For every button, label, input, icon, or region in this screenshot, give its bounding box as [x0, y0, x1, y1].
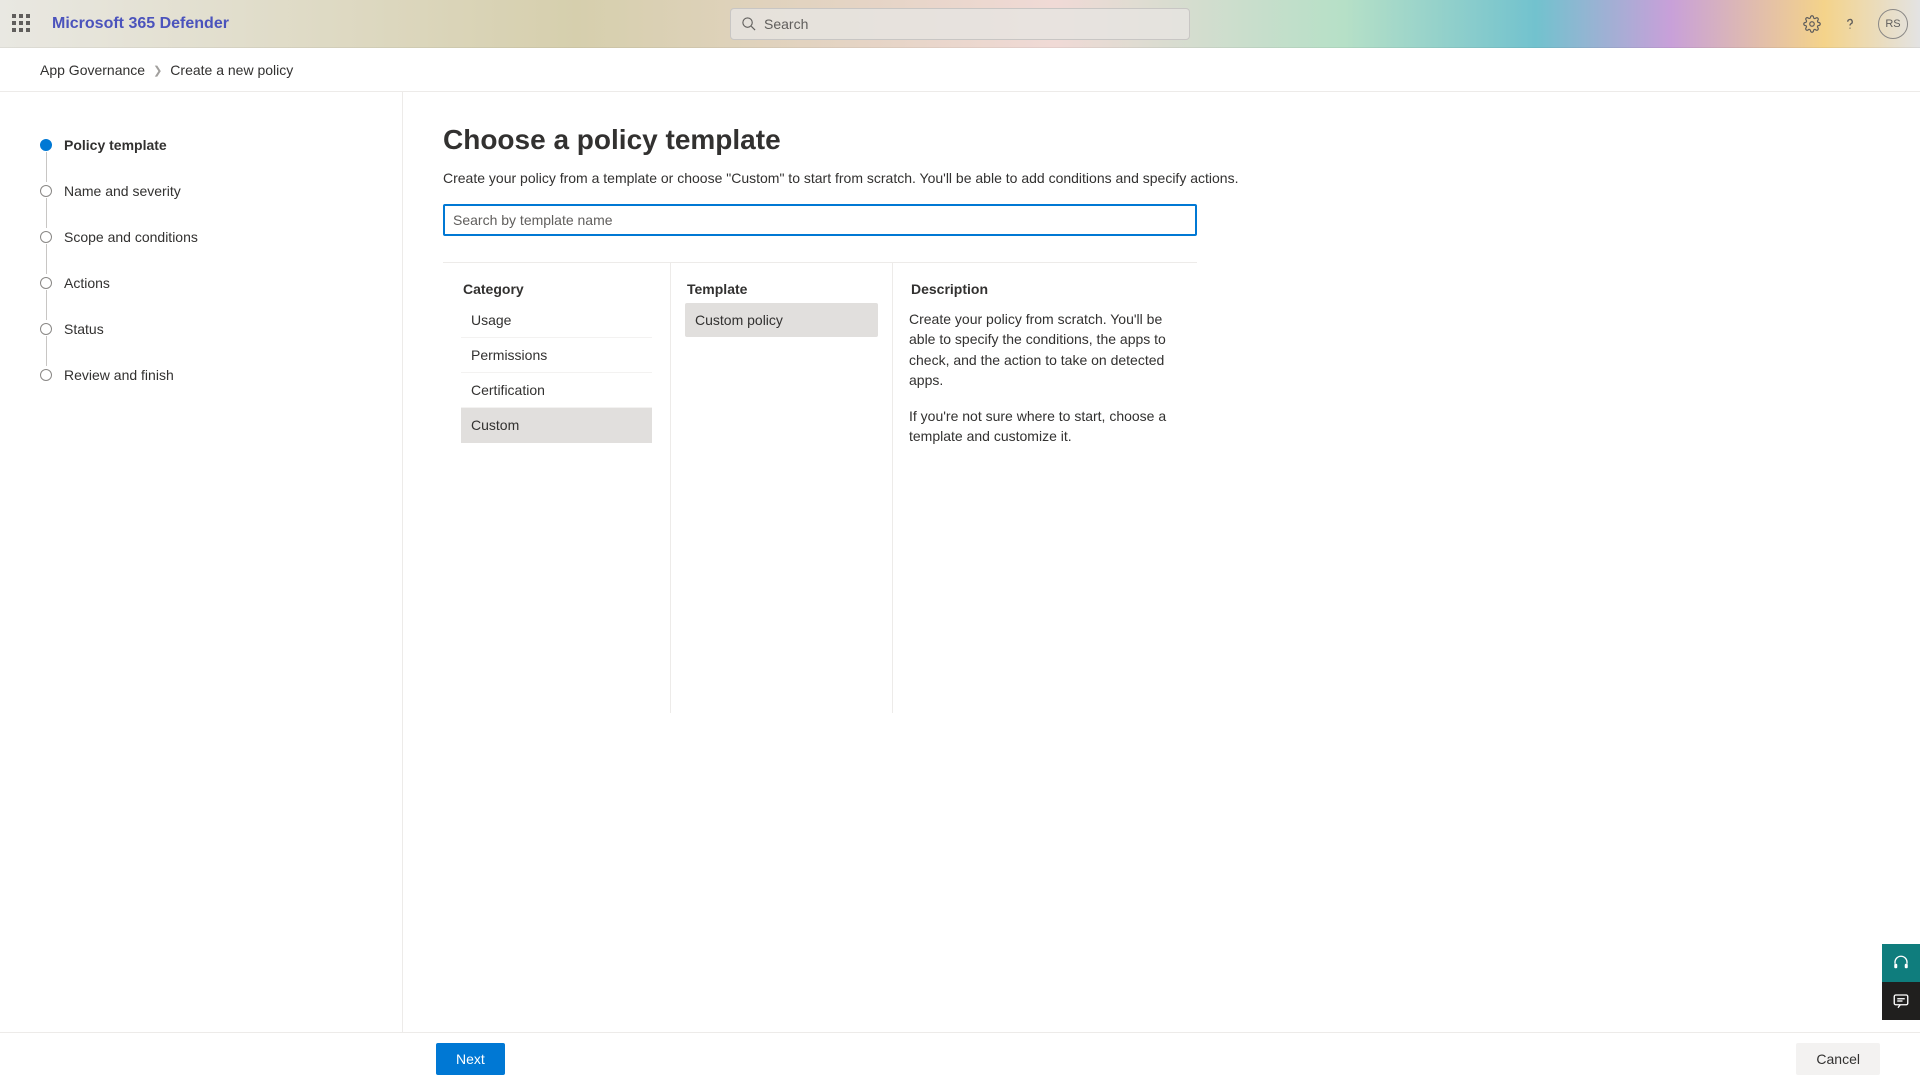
category-item-usage[interactable]: Usage: [461, 303, 652, 338]
category-item-permissions[interactable]: Permissions: [461, 338, 652, 373]
global-search[interactable]: [730, 8, 1190, 40]
breadcrumb-root[interactable]: App Governance: [40, 62, 145, 78]
step-marker-icon: [40, 277, 52, 289]
help-icon[interactable]: [1840, 14, 1860, 34]
wizard-step-3[interactable]: Actions: [40, 260, 402, 306]
step-label: Scope and conditions: [64, 229, 198, 245]
wizard-step-2[interactable]: Scope and conditions: [40, 214, 402, 260]
wizard-step-5[interactable]: Review and finish: [40, 352, 402, 398]
step-marker-icon: [40, 369, 52, 381]
template-heading: Template: [685, 281, 878, 297]
floating-actions: [1882, 944, 1920, 1020]
breadcrumb-current: Create a new policy: [170, 62, 293, 78]
next-button[interactable]: Next: [436, 1043, 505, 1075]
step-label: Actions: [64, 275, 110, 291]
category-column: Category UsagePermissionsCertificationCu…: [443, 263, 671, 713]
category-heading: Category: [461, 281, 652, 297]
global-search-input[interactable]: [764, 16, 1179, 32]
template-columns: Category UsagePermissionsCertificationCu…: [443, 262, 1197, 713]
wizard-step-4[interactable]: Status: [40, 306, 402, 352]
page-title: Choose a policy template: [443, 124, 1880, 156]
wizard-sidebar: Policy template Name and severity Scope an…: [0, 92, 403, 1032]
category-item-certification[interactable]: Certification: [461, 373, 652, 408]
description-column: Description Create your policy from scra…: [893, 263, 1197, 713]
settings-icon[interactable]: [1802, 14, 1822, 34]
wizard-step-1[interactable]: Name and severity: [40, 168, 402, 214]
search-icon: [741, 16, 756, 31]
step-label: Review and finish: [64, 367, 174, 383]
step-marker-icon: [40, 139, 52, 151]
chevron-right-icon: ❯: [153, 64, 162, 77]
template-column: Template Custom policy: [671, 263, 893, 713]
header-bar: Microsoft 365 Defender RS: [0, 0, 1920, 48]
step-label: Name and severity: [64, 183, 181, 199]
template-search-input[interactable]: [443, 204, 1197, 236]
step-label: Status: [64, 321, 104, 337]
description-heading: Description: [909, 281, 1197, 297]
step-marker-icon: [40, 323, 52, 335]
step-marker-icon: [40, 185, 52, 197]
category-item-custom[interactable]: Custom: [461, 408, 652, 443]
description-paragraph-2: If you're not sure where to start, choos…: [909, 406, 1189, 447]
step-marker-icon: [40, 231, 52, 243]
feedback-icon[interactable]: [1882, 982, 1920, 1020]
step-label: Policy template: [64, 137, 167, 153]
description-paragraph-1: Create your policy from scratch. You'll …: [909, 309, 1189, 390]
app-title[interactable]: Microsoft 365 Defender: [52, 15, 229, 33]
page-subtitle: Create your policy from a template or ch…: [443, 170, 1880, 186]
content-area: Choose a policy template Create your pol…: [403, 92, 1920, 1032]
breadcrumb: App Governance ❯ Create a new policy: [0, 48, 1920, 92]
template-item-0[interactable]: Custom policy: [685, 303, 878, 337]
cancel-button[interactable]: Cancel: [1796, 1043, 1880, 1075]
user-avatar[interactable]: RS: [1878, 9, 1908, 39]
app-launcher-icon[interactable]: [12, 14, 32, 34]
footer-bar: Next Cancel: [0, 1032, 1920, 1084]
wizard-step-0[interactable]: Policy template: [40, 122, 402, 168]
headset-icon[interactable]: [1882, 944, 1920, 982]
